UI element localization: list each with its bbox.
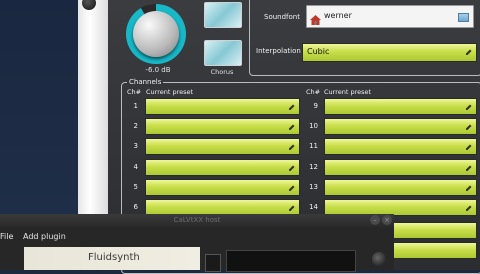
edit-icon: [289, 185, 295, 191]
preset-slot[interactable]: [145, 158, 300, 176]
channel-number: 2: [133, 122, 138, 131]
channel-number: 9: [313, 102, 318, 110]
channel-number: 11: [309, 142, 318, 151]
master-gain-knob[interactable]: [133, 11, 179, 57]
close-icon[interactable]: ×: [382, 215, 392, 225]
edit-icon: [289, 165, 295, 171]
menu-add-plugin[interactable]: Add plugin: [23, 232, 66, 241]
edit-icon: [289, 144, 295, 151]
desktop-background: [0, 0, 78, 215]
soundfont-value: werner: [324, 11, 352, 20]
channel-number: 4: [133, 162, 138, 171]
minimize-icon[interactable]: –: [370, 215, 380, 225]
channel-number: 12: [309, 162, 318, 171]
chorus-label: Chorus: [210, 68, 234, 76]
plugin-meter: [205, 254, 221, 272]
channels-label: Channels: [127, 78, 164, 86]
preset-slot[interactable]: [145, 138, 300, 156]
edit-icon: [466, 124, 472, 131]
edit-icon: [466, 165, 472, 171]
edit-icon: [289, 205, 295, 211]
channel-number: 10: [309, 122, 318, 131]
soundfont-label: Soundfont: [264, 13, 300, 21]
preset-slot[interactable]: [324, 158, 477, 176]
soundfont-field[interactable]: werner: [306, 5, 474, 28]
preset-slot[interactable]: [145, 98, 300, 115]
preset-slot[interactable]: [145, 178, 300, 196]
interpolation-value: Cubic: [307, 47, 330, 56]
channel-number: 1: [133, 102, 138, 110]
edit-icon: [466, 49, 472, 55]
plugin-knob[interactable]: [372, 252, 386, 266]
home-icon: [310, 10, 321, 29]
edit-icon: [466, 144, 472, 151]
plugin-name: Fluidsynth: [88, 252, 140, 263]
edit-icon: [466, 205, 472, 211]
chorus-button[interactable]: [204, 40, 242, 66]
preset-slot[interactable]: [324, 118, 477, 136]
channel-number: 6: [133, 203, 138, 211]
interpolation-select[interactable]: Cubic: [302, 43, 477, 62]
plugin-display: [226, 250, 356, 272]
channel-number: 14: [309, 203, 318, 211]
edit-icon: [466, 104, 472, 110]
edit-icon: [289, 104, 295, 110]
left-ch-header: Ch#: [127, 88, 142, 96]
preset-slot[interactable]: [324, 178, 477, 196]
edit-icon: [289, 124, 295, 131]
right-ch-header: Ch#: [306, 88, 321, 96]
gain-value: -6.0 dB: [145, 66, 171, 74]
left-preset-header: Current preset: [146, 88, 194, 96]
window-frame: [78, 0, 108, 215]
plugin-window-title: CaLVtXX host: [0, 214, 394, 227]
reverb-button[interactable]: [204, 2, 242, 28]
folder-icon[interactable]: [458, 13, 469, 22]
plugin-host-window: CaLVtXX host – × File Add plugin Fluidsy…: [0, 214, 394, 272]
plugin-entry[interactable]: Fluidsynth: [24, 247, 200, 270]
preset-slot[interactable]: [324, 138, 477, 156]
channel-number: 5: [133, 182, 138, 191]
channel-number: 13: [309, 182, 318, 191]
right-preset-header: Current preset: [324, 88, 372, 96]
preset-slot[interactable]: [324, 98, 477, 115]
menu-file[interactable]: File: [0, 232, 13, 241]
plugin-menu-bar: File Add plugin: [0, 230, 394, 244]
edit-icon: [466, 185, 472, 191]
channel-number: 3: [133, 142, 138, 151]
interpolation-label: Interpolation: [256, 47, 301, 55]
preset-slot[interactable]: [145, 118, 300, 136]
